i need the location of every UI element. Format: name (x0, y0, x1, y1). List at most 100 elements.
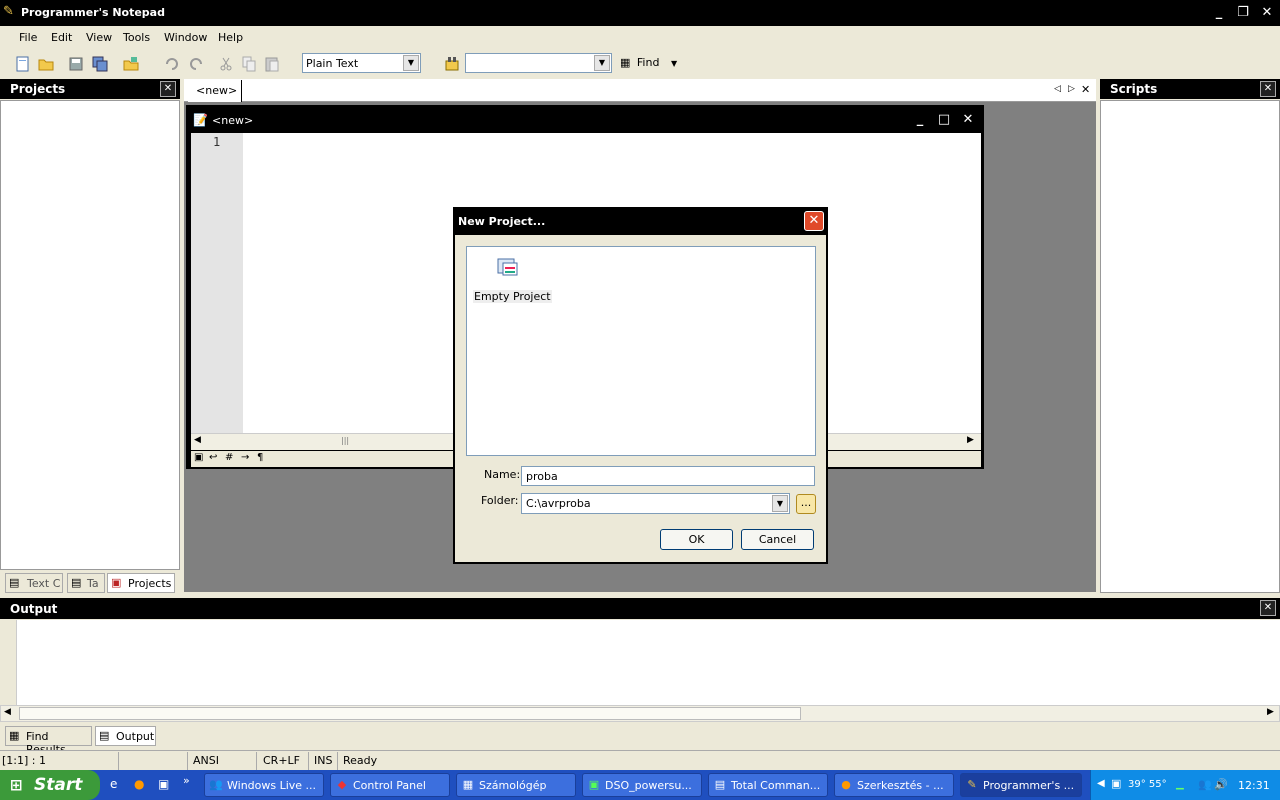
folder-select[interactable]: C:\avrproba ▼ (521, 493, 790, 514)
firefox-quicklaunch-icon[interactable]: ● (134, 777, 144, 791)
tab-new-document[interactable]: <new> (188, 80, 242, 102)
save-all-icon[interactable] (91, 55, 109, 73)
text-clips-icon: ▤ (9, 576, 20, 589)
tray-expand-icon[interactable]: ◀ (1097, 778, 1105, 789)
network-icon[interactable]: 👥 (1198, 778, 1212, 791)
word-wrap-icon[interactable]: ↩ (209, 452, 217, 463)
tab-label: Projects (128, 577, 172, 590)
restore-icon[interactable]: ❐ (1233, 3, 1253, 23)
redo-icon[interactable] (187, 55, 205, 73)
tab-label: Text C (27, 577, 61, 590)
open-file-icon[interactable] (37, 55, 55, 73)
projects-icon: ▣ (111, 576, 122, 589)
output-text[interactable] (0, 620, 1280, 706)
open-project-icon[interactable] (122, 55, 140, 73)
tab-indicator-icon[interactable]: → (241, 452, 249, 463)
volume-icon[interactable]: 🔊 (1214, 778, 1228, 791)
tab-scroll-left-icon[interactable]: ◁ (1054, 84, 1061, 94)
find-in-files-icon[interactable] (443, 55, 461, 73)
quicklaunch-more-icon[interactable]: » (183, 774, 190, 787)
save-icon[interactable] (67, 55, 85, 73)
tab-projects[interactable]: ▣ Projects (107, 573, 175, 593)
ie-quicklaunch-icon[interactable]: e (110, 777, 117, 791)
save-quicklaunch-icon[interactable]: ▣ (158, 777, 169, 791)
menu-edit[interactable]: Edit (51, 31, 72, 44)
close-icon[interactable]: ✕ (958, 110, 978, 130)
view-whitespace-icon[interactable]: ▣ (194, 452, 203, 463)
minimize-icon[interactable]: _ (1209, 3, 1229, 23)
find-results-icon: ▦ (9, 729, 20, 742)
dialog-title-bar: New Project... (453, 207, 828, 235)
close-icon[interactable]: ✕ (1257, 3, 1277, 23)
start-button[interactable]: ⊞ Start (0, 770, 100, 800)
menu-tools[interactable]: Tools (123, 31, 150, 44)
menu-window[interactable]: Window (164, 31, 207, 44)
close-icon[interactable]: ✕ (160, 81, 176, 97)
task-firefox-edit[interactable]: ● Szerkesztés - ... (834, 773, 954, 797)
name-field[interactable] (521, 466, 815, 486)
output-horizontal-scrollbar[interactable]: ◀ ▶ (0, 705, 1280, 722)
tab-tags[interactable]: ▤ Ta (67, 573, 105, 593)
scroll-left-icon[interactable]: ◀ (194, 435, 201, 445)
app-icon[interactable]: ✎ (3, 5, 17, 19)
scroll-left-icon[interactable]: ◀ (4, 707, 11, 717)
paragraph-icon[interactable]: ¶ (257, 452, 263, 463)
projects-tree[interactable] (0, 100, 180, 570)
task-total-commander[interactable]: ▤ Total Comman... (708, 773, 828, 797)
divider (187, 752, 188, 770)
tab-scroll-right-icon[interactable]: ▷ (1068, 84, 1075, 94)
task-dso-powersupply[interactable]: ▣ DSO_powersu... (582, 773, 702, 797)
menu-view[interactable]: View (86, 31, 112, 44)
find-button[interactable]: ▦ Find ▼ (620, 56, 677, 69)
scripts-list[interactable] (1100, 100, 1280, 593)
project-icon (495, 253, 521, 282)
new-file-icon[interactable] (14, 55, 32, 73)
task-calculator[interactable]: ▦ Számológép (456, 773, 576, 797)
line-numbers-icon[interactable]: # (225, 452, 233, 463)
start-label: Start (34, 775, 83, 795)
projects-title: Projects (10, 82, 66, 96)
undo-icon[interactable] (163, 55, 181, 73)
chevron-down-icon[interactable]: ▼ (594, 55, 610, 71)
copy-icon[interactable] (240, 55, 258, 73)
line-endings-indicator: CR+LF (263, 754, 300, 767)
task-windows-live[interactable]: 👥 Windows Live ... (204, 773, 324, 797)
paste-icon[interactable] (263, 55, 281, 73)
dropdown-arrow-icon[interactable]: ▼ (671, 59, 677, 68)
maximize-icon[interactable]: □ (934, 110, 954, 130)
task-programmers-notepad[interactable]: ✎ Programmer's ... (960, 773, 1082, 797)
scheme-select[interactable]: Plain Text ▼ (302, 53, 421, 73)
scroll-thumb[interactable]: ||| (341, 436, 351, 448)
scheme-value: Plain Text (306, 57, 359, 70)
chevron-down-icon[interactable]: ▼ (403, 55, 419, 71)
task-control-panel[interactable]: ◆ Control Panel (330, 773, 450, 797)
close-icon[interactable]: ✕ (1260, 600, 1276, 616)
control-panel-icon: ◆ (337, 778, 347, 791)
close-icon[interactable]: ✕ (1260, 81, 1276, 97)
close-icon[interactable]: ✕ (1081, 83, 1090, 96)
project-template-list[interactable]: Empty Project (466, 246, 816, 456)
status-bar: [1:1] : 1 ANSI CR+LF INS Ready (0, 750, 1280, 770)
ok-button[interactable]: OK (660, 529, 733, 550)
scroll-thumb[interactable] (19, 707, 801, 720)
template-empty-project[interactable]: Empty Project (471, 251, 552, 303)
tab-find-results[interactable]: ▦ Find Results (5, 726, 92, 756)
menu-file[interactable]: File (19, 31, 37, 44)
browse-folder-button[interactable]: ... (796, 494, 816, 514)
cut-icon[interactable] (217, 55, 235, 73)
editor-window-title: <new> (212, 114, 254, 127)
task-label: Control Panel (353, 779, 426, 792)
scroll-right-icon[interactable]: ▶ (967, 435, 974, 445)
scroll-right-icon[interactable]: ▶ (1267, 707, 1274, 717)
tab-output[interactable]: ▤ Output (95, 726, 156, 746)
search-input[interactable]: ▼ (465, 53, 612, 73)
menu-help[interactable]: Help (218, 31, 243, 44)
chevron-down-icon[interactable]: ▼ (772, 495, 788, 512)
tab-text-clips[interactable]: ▤ Text C (5, 573, 63, 593)
minimize-icon[interactable]: _ (910, 110, 930, 130)
cancel-button[interactable]: Cancel (741, 529, 814, 550)
cpu-icon[interactable]: ▁ (1176, 779, 1184, 790)
close-icon[interactable]: ✕ (804, 211, 824, 231)
task-label: Számológép (479, 779, 547, 792)
temperature-icon[interactable]: ▣ (1111, 777, 1121, 790)
